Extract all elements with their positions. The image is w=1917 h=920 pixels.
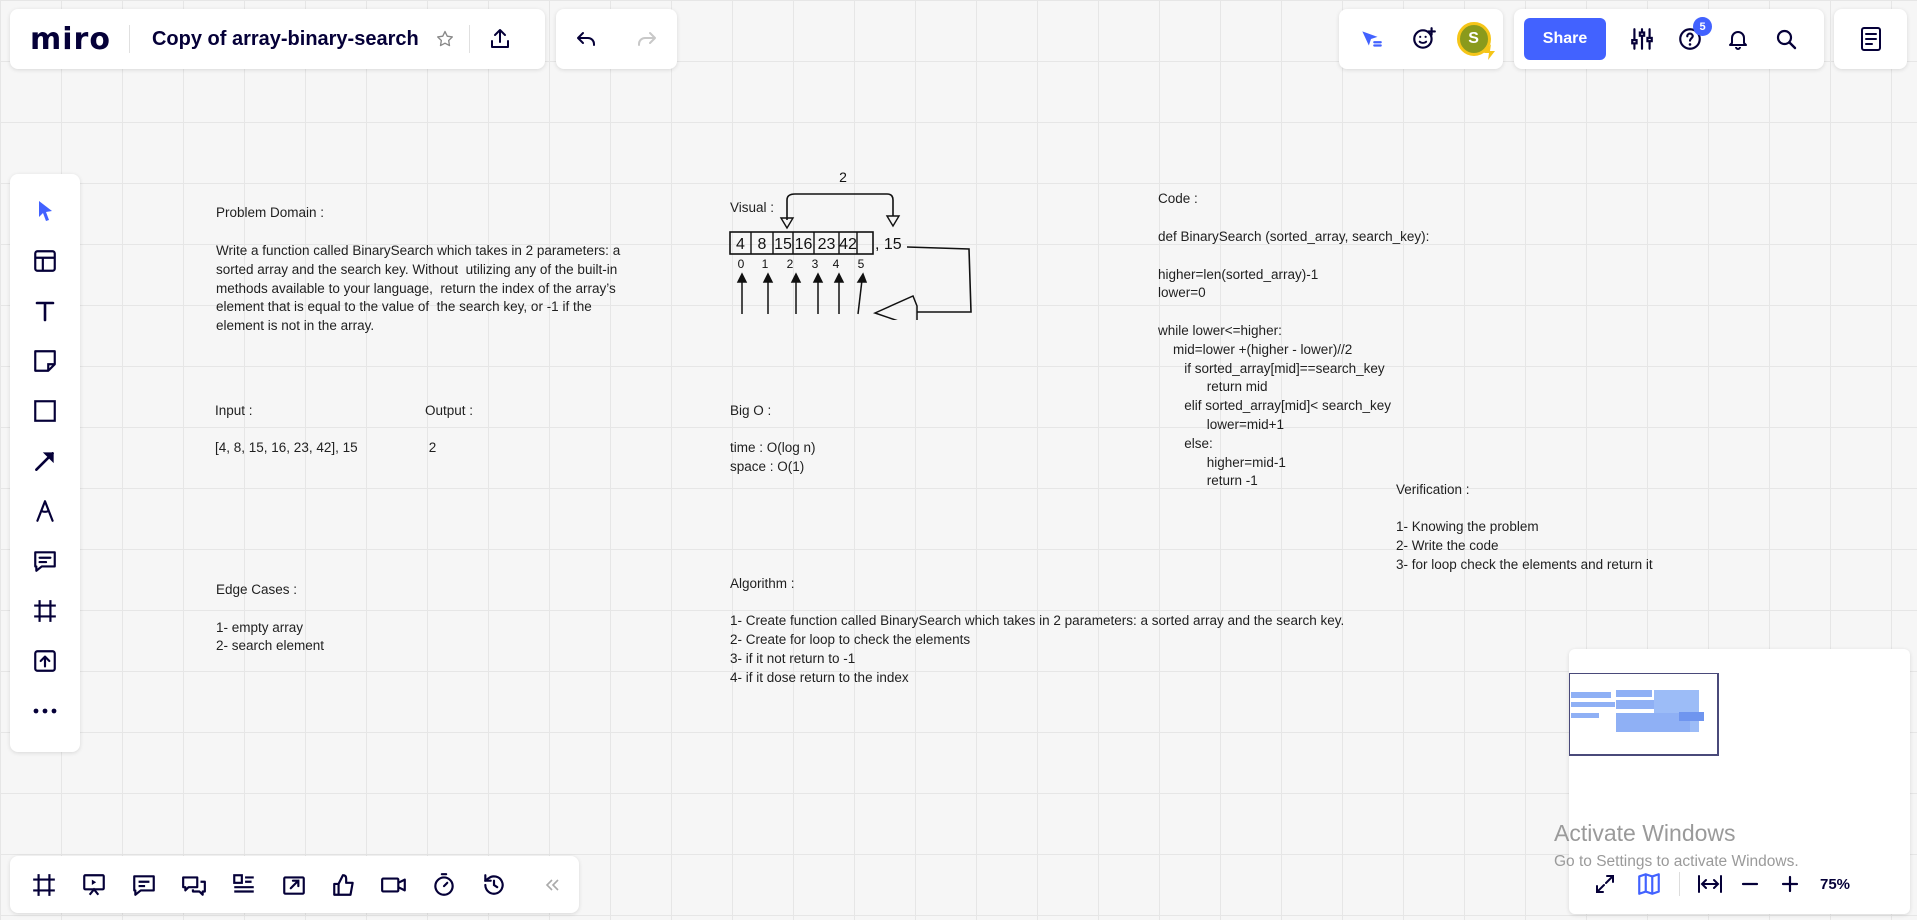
export-upload-icon[interactable]: [480, 19, 520, 59]
user-avatar-wrap[interactable]: S: [1456, 22, 1495, 60]
video-camera-icon[interactable]: [374, 865, 414, 905]
output-heading: Output :: [425, 403, 474, 418]
notifications-bell-icon[interactable]: [1718, 19, 1758, 59]
divider: [1679, 872, 1680, 896]
binary-search-visual-diagram: 2 4 8 15 16 23 42 , 15 0 1 2 3 4 5: [729, 170, 972, 320]
select-tool-cursor-icon[interactable]: [20, 186, 70, 236]
presentation-icon[interactable]: [74, 865, 114, 905]
algorithm-step: 3- if it not return to -1: [730, 651, 856, 666]
edge-cases-heading: Edge Cases :: [216, 582, 298, 597]
activate-windows-title: Activate Windows: [1554, 820, 1736, 846]
templates-icon[interactable]: [20, 236, 70, 286]
array-suffix: , 15: [875, 236, 902, 253]
share-button[interactable]: Share: [1524, 18, 1606, 60]
verification-item: 1- Knowing the problem: [1396, 519, 1539, 534]
miro-logo[interactable]: miro: [30, 22, 111, 57]
index-labels: 0 1 2 3 4 5: [738, 257, 865, 271]
return-arrowhead: [872, 294, 918, 320]
index-label: 3: [812, 257, 819, 271]
reactions-icon[interactable]: [1404, 19, 1444, 59]
card-list-icon[interactable]: [224, 865, 264, 905]
algorithm-step: 1- Create function called BinarySearch w…: [730, 613, 1345, 628]
problem-domain-body: Write a function called BinarySearch whi…: [216, 243, 621, 334]
text-tool-icon[interactable]: [20, 286, 70, 336]
index-label: 5: [858, 257, 865, 271]
big-o-heading: Big O :: [730, 403, 772, 418]
input-value: [4, 8, 15, 16, 23, 42], 15: [215, 440, 358, 455]
verification-heading: Verification :: [1396, 482, 1470, 497]
visual-top-label: 2: [839, 170, 847, 185]
search-icon[interactable]: [1766, 19, 1806, 59]
bottom-toolbar: [10, 856, 579, 913]
algorithm-step: 4- if it dose return to the index: [730, 670, 909, 685]
index-label: 2: [787, 257, 794, 271]
help-icon[interactable]: 5: [1670, 17, 1712, 59]
problem-domain-heading: Problem Domain :: [216, 205, 325, 220]
edge-case-item: 2- search element: [216, 638, 325, 653]
output-value: 2: [425, 440, 437, 455]
board-notes-panel: [1834, 9, 1907, 69]
big-o-time: time : O(log n): [730, 440, 816, 455]
algorithm-heading: Algorithm :: [730, 576, 795, 591]
algorithm-step: 2- Create for loop to check the elements: [730, 632, 971, 647]
notes-document-icon[interactable]: [1851, 19, 1891, 59]
verification-item: 3- for loop check the elements and retur…: [1396, 557, 1653, 572]
index-label: 4: [833, 257, 840, 271]
left-toolbar: [10, 174, 80, 752]
verification-item: 2- Write the code: [1396, 538, 1499, 553]
array-cell: 23: [818, 236, 836, 253]
loop-arrow-line: [786, 193, 894, 220]
return-loop-line: [906, 246, 972, 313]
upload-icon[interactable]: [20, 636, 70, 686]
zoom-level[interactable]: 75%: [1820, 876, 1850, 893]
settings-sliders-icon[interactable]: [1622, 19, 1662, 59]
redo-icon[interactable]: [627, 19, 667, 59]
input-heading: Input :: [215, 403, 253, 418]
top-left-panel: miro Copy of array-binary-search: [10, 9, 545, 69]
undo-icon[interactable]: [566, 19, 606, 59]
divider: [468, 25, 470, 53]
timer-icon[interactable]: [424, 865, 464, 905]
pointer-arrows: [736, 272, 868, 315]
minimap-preview[interactable]: [1569, 673, 1729, 758]
array-cell: 15: [774, 236, 792, 253]
comments-panel-icon[interactable]: [124, 865, 164, 905]
lightning-icon: [1483, 44, 1495, 60]
code-body: def BinarySearch (sorted_array, search_k…: [1158, 229, 1430, 489]
index-label: 0: [738, 257, 745, 271]
chat-icon[interactable]: [174, 865, 214, 905]
help-badge: 5: [1693, 17, 1712, 36]
shape-rectangle-icon[interactable]: [20, 386, 70, 436]
big-o-space: space : O(1): [730, 459, 805, 474]
share-screen-icon[interactable]: [274, 865, 314, 905]
array-cell: 42: [839, 236, 857, 253]
divider: [128, 25, 130, 53]
frames-icon[interactable]: [24, 865, 64, 905]
array-cell: 8: [758, 236, 767, 253]
collapse-chevrons-icon[interactable]: [532, 865, 572, 905]
arrowhead-right: [885, 215, 901, 228]
right-tools-panel: Share 5: [1514, 9, 1824, 69]
follow-cursor-icon[interactable]: [1351, 19, 1391, 59]
code-heading: Code :: [1158, 191, 1198, 206]
comment-icon[interactable]: [20, 536, 70, 586]
history-icon[interactable]: [474, 865, 514, 905]
activate-windows-subtitle: Go to Settings to activate Windows.: [1554, 853, 1799, 870]
edge-case-item: 1- empty array: [216, 620, 304, 635]
more-tools-ellipsis-icon[interactable]: [20, 686, 70, 736]
frame-tool-icon[interactable]: [20, 586, 70, 636]
connection-arrow-icon[interactable]: [20, 436, 70, 486]
pen-tool-icon[interactable]: [20, 486, 70, 536]
array-cell: 16: [795, 236, 813, 253]
board-title[interactable]: Copy of array-binary-search: [152, 28, 419, 51]
star-icon[interactable]: [425, 19, 465, 59]
voting-thumbs-up-icon[interactable]: [324, 865, 364, 905]
array-cells: 4 8 15 16 23 42 , 15: [729, 231, 902, 255]
undo-redo-panel: [556, 9, 677, 69]
sticky-note-icon[interactable]: [20, 336, 70, 386]
array-cell: 4: [736, 236, 745, 253]
index-label: 1: [762, 257, 769, 271]
collaboration-panel: S: [1339, 9, 1503, 69]
